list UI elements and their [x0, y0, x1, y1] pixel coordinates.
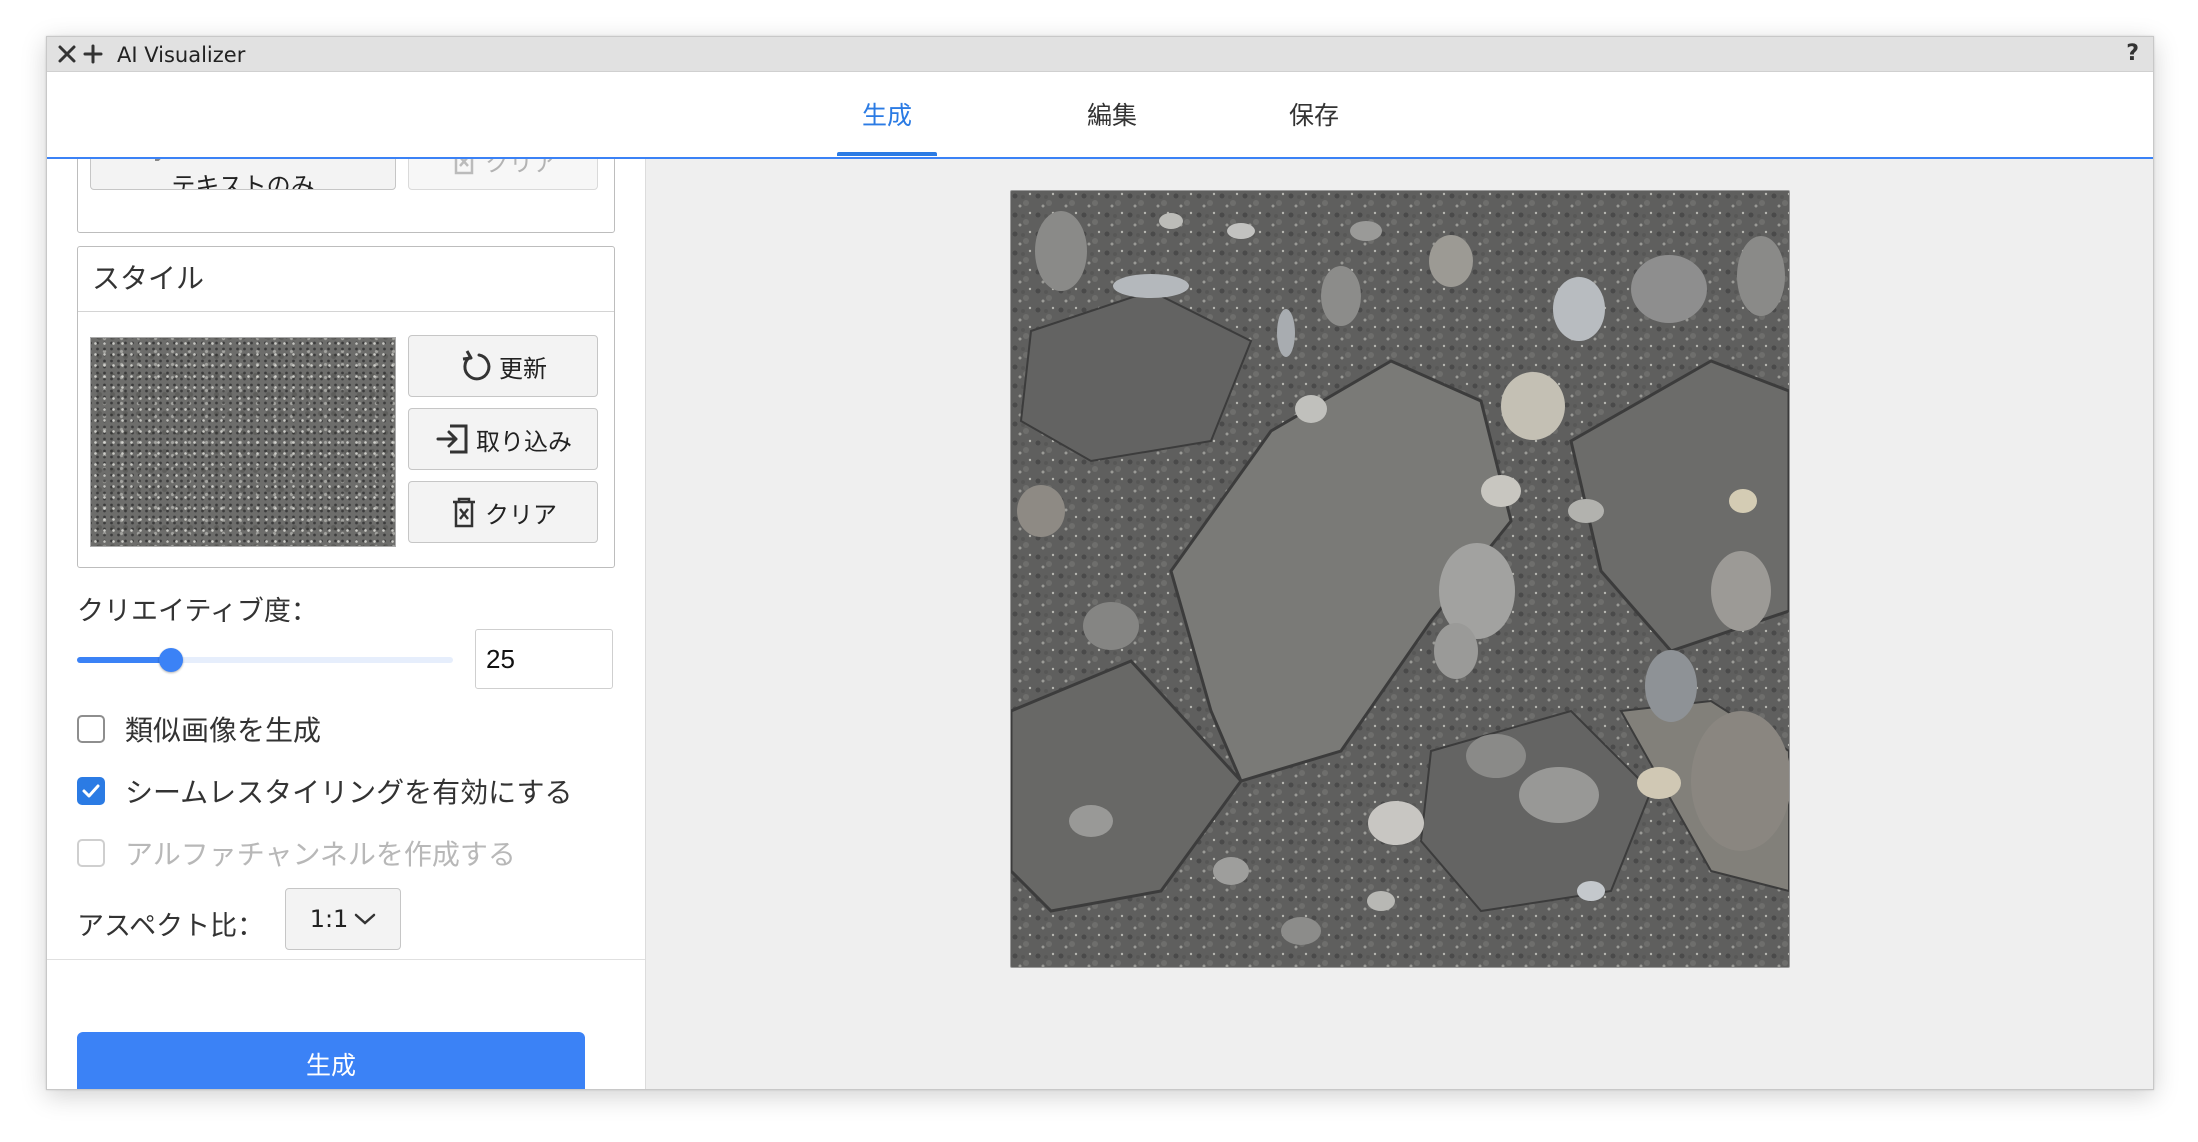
checkbox-alpha[interactable] [77, 839, 105, 867]
generated-image-preview [1010, 190, 1790, 968]
aspect-ratio-select[interactable]: 1:1 [285, 888, 401, 950]
preview-panel [646, 159, 2153, 1089]
settings-scroll-area[interactable]: テキストのみ クリア スタイル 更新 取り込み クリア クリエイティブ度： 25… [47, 159, 645, 960]
tab-bar: 生成 編集 保存 [47, 72, 2153, 159]
style-title: スタイル [78, 247, 614, 312]
trash-icon [454, 159, 474, 175]
creativity-slider[interactable] [77, 647, 453, 673]
option-seamless-tiling[interactable]: シームレスタイリングを有効にする [77, 771, 572, 811]
tab-save[interactable]: 保存 [1279, 72, 1349, 155]
style-group: スタイル 更新 取り込み クリア [77, 246, 615, 568]
style-thumbnail [90, 337, 396, 547]
slider-knob[interactable] [159, 648, 183, 672]
option-alpha-channel[interactable]: アルファチャンネルを作成する [77, 833, 516, 873]
tab-generate[interactable]: 生成 [837, 72, 937, 156]
prompt-group: テキストのみ クリア [77, 159, 615, 233]
aspect-ratio-label: アスペクト比： [77, 911, 265, 942]
plus-icon[interactable] [81, 42, 105, 66]
app-window: AI Visualizer ? 生成 編集 保存 テキストのみ クリア スタイル… [46, 36, 2154, 1090]
import-icon [436, 424, 468, 454]
text-only-button[interactable]: テキストのみ [90, 159, 396, 190]
option-alpha-label: アルファチャンネルを作成する [125, 838, 516, 871]
creativity-value-input[interactable] [475, 629, 613, 689]
style-import-label: 取り込み [476, 427, 572, 456]
tab-edit[interactable]: 編集 [1077, 72, 1147, 155]
chevron-down-icon [355, 913, 376, 925]
close-icon[interactable] [55, 42, 79, 66]
title-bar: AI Visualizer ? [47, 37, 2153, 72]
prompt-clear-button[interactable]: クリア [408, 159, 598, 190]
stone-texture-image [1011, 191, 1789, 967]
checkbox-seamless[interactable] [77, 777, 105, 805]
style-update-label: 更新 [499, 354, 547, 383]
refresh-icon [462, 350, 491, 381]
help-button[interactable]: ? [2126, 41, 2139, 66]
creativity-label: クリエイティブ度： [77, 596, 318, 627]
style-import-button[interactable]: 取り込み [408, 408, 598, 470]
aspect-ratio-value: 1:1 [309, 905, 349, 933]
text-only-icon [155, 159, 161, 161]
style-clear-label: クリア [485, 500, 557, 529]
checkmark-icon [82, 784, 100, 798]
option-similar-label: 類似画像を生成 [125, 714, 322, 747]
prompt-clear-label: クリア [485, 159, 557, 177]
generate-button[interactable]: 生成 [77, 1032, 585, 1089]
text-only-label: テキストのみ [171, 172, 315, 190]
option-similar-images[interactable]: 類似画像を生成 [77, 709, 321, 749]
trash-icon [453, 497, 475, 528]
window-title: AI Visualizer [117, 43, 246, 67]
style-update-button[interactable]: 更新 [408, 335, 598, 397]
option-seamless-label: シームレスタイリングを有効にする [125, 776, 573, 809]
checkbox-similar[interactable] [77, 715, 105, 743]
slider-fill [77, 657, 171, 663]
style-clear-button[interactable]: クリア [408, 481, 598, 543]
settings-panel: テキストのみ クリア スタイル 更新 取り込み クリア クリエイティブ度： 25… [47, 159, 646, 1089]
